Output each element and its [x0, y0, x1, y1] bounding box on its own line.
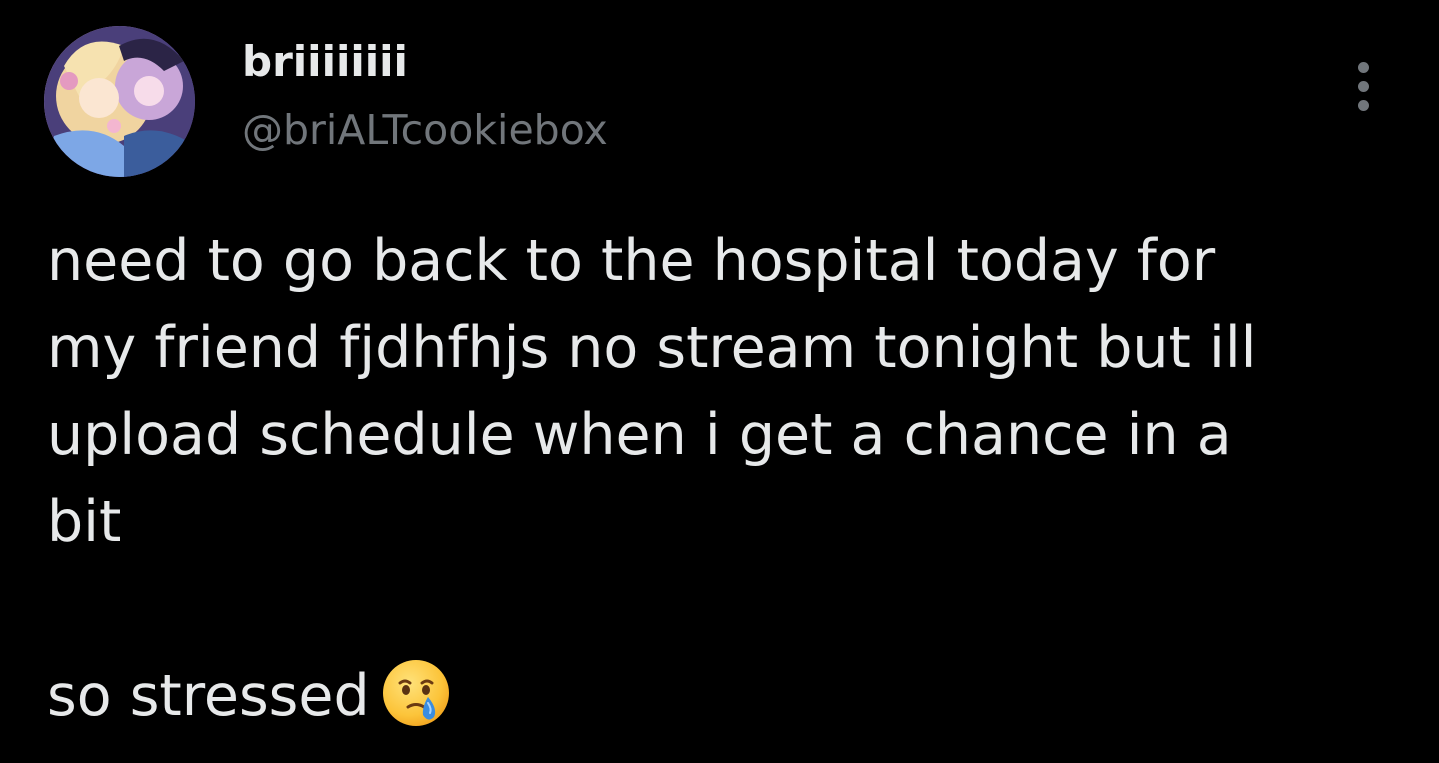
more-options-button[interactable] — [1344, 56, 1384, 116]
tweet-card: briiiiiiii @briALTcookiebox need to go b… — [0, 0, 1439, 763]
avatar-image-icon — [44, 26, 195, 177]
display-name[interactable]: briiiiiiii — [242, 36, 408, 88]
more-options-icon — [1358, 100, 1369, 111]
more-options-icon — [1358, 81, 1369, 92]
tweet-text-line: so stressed — [47, 663, 370, 729]
tweet-text-line: upload schedule when i get a chance in a — [47, 402, 1232, 468]
face-holding-back-tears-emoji-icon — [380, 657, 452, 729]
user-handle[interactable]: @briALTcookiebox — [242, 104, 608, 156]
tweet-text-line: need to go back to the hospital today fo… — [47, 228, 1216, 294]
tweet-body: need to go back to the hospital today fo… — [47, 218, 1377, 740]
tweet-text-line: bit — [47, 489, 122, 555]
avatar[interactable] — [44, 26, 195, 177]
tweet-text-line: my friend fjdhfhjs no stream tonight but… — [47, 315, 1257, 381]
more-options-icon — [1358, 62, 1369, 73]
